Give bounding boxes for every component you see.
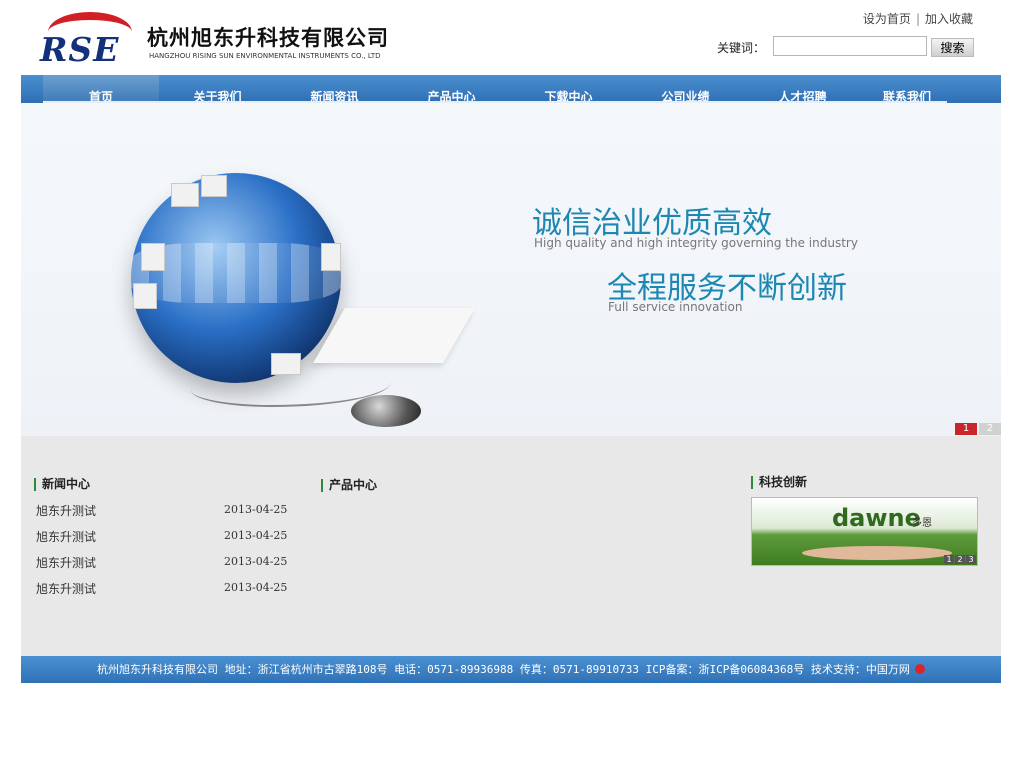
company-name: 杭州旭东升科技有限公司	[147, 26, 389, 50]
top-links: 设为首页 | 加入收藏	[863, 10, 973, 27]
list-item: 旭东升测试 2013-04-25	[36, 552, 288, 578]
paper-sheet-icon	[313, 308, 475, 363]
news-item-date: 2013-04-25	[224, 581, 288, 594]
set-homepage-link[interactable]: 设为首页	[863, 12, 911, 26]
banner-page-2[interactable]: 2	[979, 423, 1001, 435]
news-item-date: 2013-04-25	[224, 529, 288, 542]
logo-text: RSE	[40, 30, 120, 69]
news-item-date: 2013-04-25	[224, 555, 288, 568]
dawne-logo-text: dawne	[832, 504, 921, 532]
wanwang-logo-icon[interactable]	[914, 664, 925, 674]
tech-page-1[interactable]: 1	[944, 555, 954, 564]
tech-section-title[interactable]: 科技创新	[751, 476, 807, 489]
banner-pager: 1 2	[953, 423, 1001, 435]
news-item-title[interactable]: 旭东升测试	[36, 580, 96, 597]
content-area: 新闻中心 旭东升测试 2013-04-25 旭东升测试 2013-04-25 旭…	[21, 436, 1001, 656]
hand-icon	[802, 546, 952, 560]
banner-slogan-2-en: Full service innovation	[608, 300, 743, 314]
nav-item-home[interactable]: 首页	[43, 75, 159, 103]
search-input[interactable]	[773, 36, 927, 56]
footer: 杭州旭东升科技有限公司 地址：浙江省杭州市古翠路108号 电话：0571-899…	[21, 656, 1001, 683]
add-favorite-link[interactable]: 加入收藏	[925, 12, 973, 26]
list-item: 旭东升测试 2013-04-25	[36, 526, 288, 552]
nav-items: 首页 关于我们 新闻资讯 产品中心 下载中心 公司业绩 人才招聘 联系我们	[43, 75, 953, 103]
news-list: 旭东升测试 2013-04-25 旭东升测试 2013-04-25 旭东升测试 …	[36, 500, 288, 604]
puzzle-piece-icon	[201, 175, 227, 197]
news-item-title[interactable]: 旭东升测试	[36, 528, 96, 545]
puzzle-piece-icon	[171, 183, 199, 207]
nav-item-products[interactable]: 产品中心	[393, 75, 510, 103]
news-item-title[interactable]: 旭东升测试	[36, 502, 96, 519]
banner-page-1[interactable]: 1	[955, 423, 977, 435]
company-logo[interactable]: RSE	[40, 12, 140, 69]
nav-item-achievements[interactable]: 公司业绩	[627, 75, 744, 103]
tech-page-3[interactable]: 3	[966, 555, 976, 564]
nav-item-about[interactable]: 关于我们	[159, 75, 276, 103]
tech-image-pager: 1 2 3	[943, 555, 976, 564]
news-item-date: 2013-04-25	[224, 503, 288, 516]
search-label: 关键词：	[716, 41, 765, 55]
main-nav: 首页 关于我们 新闻资讯 产品中心 下载中心 公司业绩 人才招聘 联系我们	[21, 75, 1001, 103]
puzzle-piece-icon	[133, 283, 157, 309]
tech-innovation-image[interactable]: dawne 多恩 1 2 3	[751, 497, 978, 566]
footer-info: 杭州旭东升科技有限公司 地址：浙江省杭州市古翠路108号 电话：0571-899…	[97, 663, 910, 676]
nav-item-downloads[interactable]: 下载中心	[510, 75, 627, 103]
tech-page-2[interactable]: 2	[955, 555, 965, 564]
puzzle-globe-icon	[131, 173, 341, 383]
list-item: 旭东升测试 2013-04-25	[36, 578, 288, 604]
nav-item-careers[interactable]: 人才招聘	[744, 75, 861, 103]
search-bar: 关键词： 搜索	[714, 36, 974, 58]
news-item-title[interactable]: 旭东升测试	[36, 554, 96, 571]
dawne-logo-text-cn: 多恩	[912, 518, 932, 529]
news-section-title[interactable]: 新闻中心	[34, 478, 90, 491]
nav-item-news[interactable]: 新闻资讯	[276, 75, 393, 103]
puzzle-piece-icon	[141, 243, 165, 271]
nav-item-contact[interactable]: 联系我们	[861, 75, 953, 103]
top-links-separator: |	[915, 12, 920, 26]
puzzle-piece-icon	[321, 243, 341, 271]
search-button[interactable]: 搜索	[931, 38, 974, 57]
company-name-en: HANGZHOU RISING SUN ENVIRONMENTAL INSTRU…	[149, 52, 381, 60]
hero-banner[interactable]: 诚信治业优质高效 High quality and high integrity…	[21, 103, 1001, 436]
banner-slogan-1-en: High quality and high integrity governin…	[534, 236, 858, 250]
products-section-title[interactable]: 产品中心	[321, 479, 377, 492]
puzzle-piece-icon	[271, 353, 301, 375]
list-item: 旭东升测试 2013-04-25	[36, 500, 288, 526]
computer-mouse-icon	[351, 395, 421, 427]
